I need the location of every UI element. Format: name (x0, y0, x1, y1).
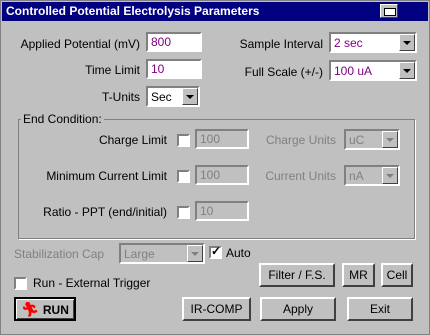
mr-button[interactable]: MR (342, 263, 375, 287)
running-figure-icon: 🏃︎ (21, 301, 39, 317)
auto-checkbox[interactable] (209, 244, 222, 259)
chevron-down-icon[interactable] (382, 167, 398, 184)
time-limit-input[interactable]: 10 (146, 59, 202, 79)
charge-limit-label: Charge Limit (98, 133, 167, 147)
apply-button[interactable]: Apply (260, 297, 336, 321)
sample-interval-select[interactable]: 2 sec (329, 32, 417, 53)
chevron-down-icon[interactable] (399, 34, 415, 51)
stabilization-cap-value: Large (124, 247, 155, 261)
end-condition-title: End Condition: (21, 112, 104, 126)
sample-interval-value: 2 sec (334, 36, 363, 50)
applied-potential-label: Applied Potential (mV) (20, 37, 140, 51)
run-external-trigger-label: Run - External Trigger (33, 276, 151, 290)
t-units-value: Sec (151, 90, 172, 104)
full-scale-label: Full Scale (+/-) (244, 65, 323, 79)
applied-potential-input[interactable]: 800 (146, 32, 202, 52)
run-button-label: RUN (42, 303, 69, 317)
charge-limit-input[interactable]: 100 (195, 129, 249, 149)
parameters-dialog: Controlled Potential Electrolysis Parame… (0, 0, 430, 335)
charge-units-value: uC (349, 133, 365, 147)
sample-interval-label: Sample Interval (239, 37, 323, 51)
ratio-checkbox[interactable] (177, 206, 190, 219)
chevron-down-icon[interactable] (182, 88, 198, 105)
exit-button[interactable]: Exit (347, 297, 413, 321)
auto-label: Auto (226, 246, 251, 260)
chevron-down-icon[interactable] (399, 62, 415, 79)
filter-fs-button[interactable]: Filter / F.S. (259, 263, 335, 287)
current-units-value: nA (349, 169, 364, 183)
printer-icon[interactable] (380, 4, 398, 18)
cell-button[interactable]: Cell (381, 263, 413, 287)
minimum-current-checkbox[interactable] (177, 170, 190, 183)
full-scale-value: 100 uA (334, 64, 373, 78)
window-title: Controlled Potential Electrolysis Parame… (6, 4, 260, 18)
run-button[interactable]: 🏃︎ RUN (14, 297, 76, 321)
chevron-down-icon[interactable] (187, 245, 203, 262)
chevron-down-icon[interactable] (382, 131, 398, 148)
minimum-current-label: Minimum Current Limit (46, 169, 167, 183)
current-units-select[interactable]: nA (344, 165, 400, 186)
t-units-select[interactable]: Sec (146, 86, 200, 107)
run-external-trigger-checkbox[interactable] (14, 277, 27, 290)
stabilization-cap-select[interactable]: Large (119, 243, 205, 264)
time-limit-label: Time Limit (85, 63, 140, 77)
ratio-input[interactable]: 10 (195, 201, 249, 221)
charge-units-select[interactable]: uC (344, 129, 400, 150)
full-scale-select[interactable]: 100 uA (329, 60, 417, 81)
stabilization-cap-label: Stabilization Cap (14, 247, 105, 261)
charge-limit-checkbox[interactable] (177, 134, 190, 147)
ir-comp-button[interactable]: IR-COMP (182, 297, 251, 321)
charge-units-label: Charge Units (265, 133, 336, 147)
current-units-label: Current Units (265, 169, 336, 183)
title-bar: Controlled Potential Electrolysis Parame… (2, 2, 428, 21)
minimum-current-input[interactable]: 100 (195, 165, 249, 185)
ratio-label: Ratio - PPT (end/initial) (43, 205, 167, 219)
t-units-label: T-Units (101, 90, 140, 104)
